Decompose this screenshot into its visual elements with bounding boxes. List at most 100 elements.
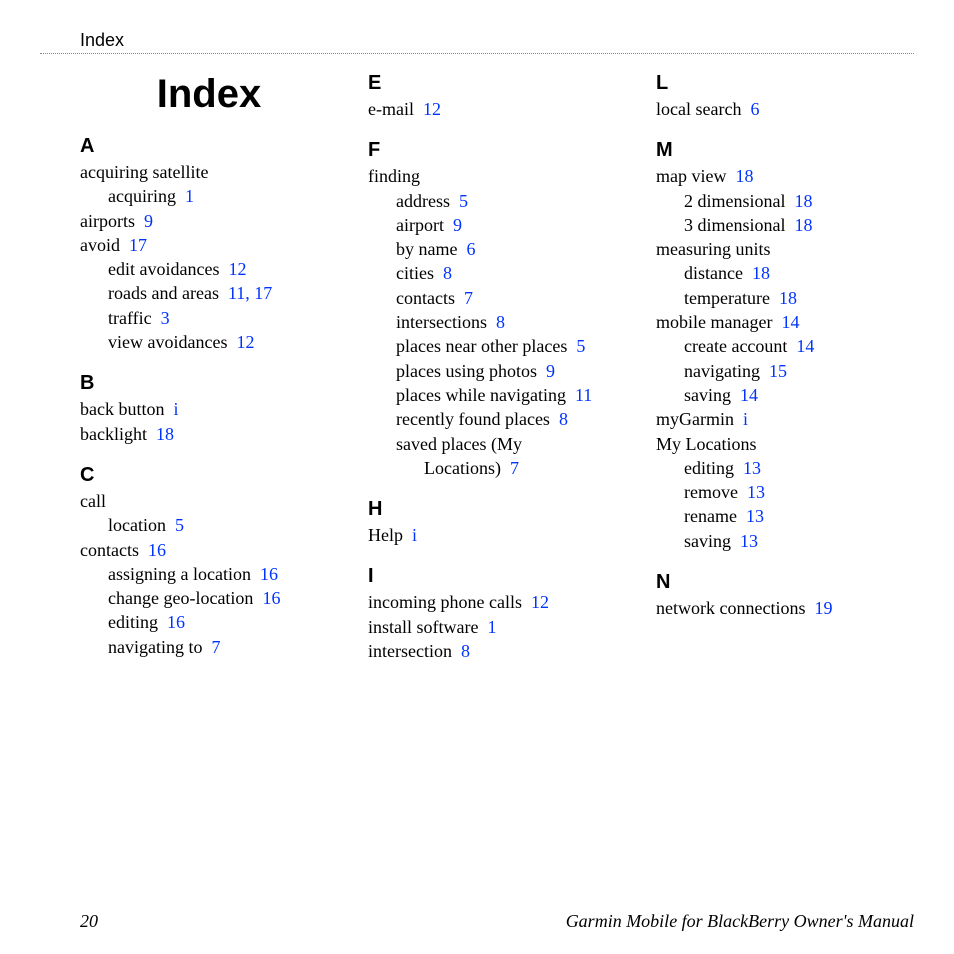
index-column: IndexAacquiring satelliteacquiring 1airp… <box>80 62 338 663</box>
entry-text: contacts <box>80 540 139 560</box>
index-entry: measuring units <box>656 237 914 261</box>
page-reference[interactable]: i <box>173 399 178 419</box>
index-entry: navigating 15 <box>656 359 914 383</box>
index-entry: finding <box>368 164 626 188</box>
page-reference[interactable]: 5 <box>175 515 184 535</box>
page-reference[interactable]: i <box>412 525 417 545</box>
page-reference[interactable]: 8 <box>461 641 470 661</box>
entry-text: local search <box>656 99 741 119</box>
page-reference[interactable]: 14 <box>781 312 799 332</box>
index-entry: rename 13 <box>656 504 914 528</box>
index-entry: saving 13 <box>656 529 914 553</box>
page-reference[interactable]: 12 <box>236 332 254 352</box>
index-column: Llocal search 6Mmap view 182 dimensional… <box>656 62 914 663</box>
page-reference[interactable]: 18 <box>779 288 797 308</box>
page-reference[interactable]: 14 <box>796 336 814 356</box>
section-letter: I <box>368 565 626 588</box>
page-reference[interactable]: 13 <box>743 458 761 478</box>
index-entry: e-mail 12 <box>368 97 626 121</box>
entry-text: mobile manager <box>656 312 772 332</box>
page-reference[interactable]: 16 <box>262 588 280 608</box>
page-reference[interactable]: 9 <box>144 211 153 231</box>
page-reference[interactable]: 7 <box>510 458 519 478</box>
index-entry: acquiring 1 <box>80 184 338 208</box>
entry-text: places near other places <box>396 336 567 356</box>
page-reference[interactable]: 17 <box>129 235 147 255</box>
page-reference[interactable]: 19 <box>814 598 832 618</box>
section-letter: M <box>656 139 914 162</box>
index-entry: address 5 <box>368 189 626 213</box>
entry-text: editing <box>684 458 734 478</box>
page-reference[interactable]: 9 <box>453 215 462 235</box>
page-reference[interactable]: 1 <box>487 617 496 637</box>
page-reference[interactable]: 7 <box>464 288 473 308</box>
page-reference[interactable]: 15 <box>769 361 787 381</box>
page-reference[interactable]: 6 <box>750 99 759 119</box>
page-reference[interactable]: 14 <box>740 385 758 405</box>
index-entry: traffic 3 <box>80 306 338 330</box>
entry-text: My Locations <box>656 434 757 454</box>
page-reference[interactable]: 8 <box>559 409 568 429</box>
page-reference[interactable]: 12 <box>228 259 246 279</box>
page-reference[interactable]: 18 <box>795 191 813 211</box>
page-reference[interactable]: 16 <box>148 540 166 560</box>
entry-text: backlight <box>80 424 147 444</box>
index-entry: incoming phone calls 12 <box>368 590 626 614</box>
index-entry: mobile manager 14 <box>656 310 914 334</box>
page-reference[interactable]: 8 <box>443 263 452 283</box>
index-title: Index <box>80 72 338 117</box>
index-entry: intersection 8 <box>368 639 626 663</box>
page-reference[interactable]: 11 <box>575 385 592 405</box>
entry-text: change geo-location <box>108 588 253 608</box>
entry-text: traffic <box>108 308 152 328</box>
index-entry: 2 dimensional 18 <box>656 189 914 213</box>
index-column: Ee-mail 12Ffindingaddress 5airport 9by n… <box>368 62 626 663</box>
page-reference[interactable]: 18 <box>752 263 770 283</box>
entry-text: saving <box>684 531 731 551</box>
page-reference[interactable]: 5 <box>459 191 468 211</box>
page-reference[interactable]: 5 <box>576 336 585 356</box>
page-reference[interactable]: 7 <box>211 637 220 657</box>
entry-text: places using photos <box>396 361 537 381</box>
page-reference[interactable]: 12 <box>423 99 441 119</box>
page-reference[interactable]: 13 <box>746 506 764 526</box>
page-reference[interactable]: 18 <box>795 215 813 235</box>
entry-text: acquiring <box>108 186 176 206</box>
entry-text: install software <box>368 617 478 637</box>
entry-text: airport <box>396 215 444 235</box>
page-reference[interactable]: 8 <box>496 312 505 332</box>
entry-text: Locations) <box>424 458 501 478</box>
page-reference[interactable]: 13 <box>747 482 765 502</box>
entry-text: back button <box>80 399 164 419</box>
page-reference[interactable]: i <box>743 409 748 429</box>
index-entry: cities 8 <box>368 261 626 285</box>
entry-text: myGarmin <box>656 409 734 429</box>
entry-text: finding <box>368 166 420 186</box>
running-header: Index <box>40 30 914 54</box>
page-reference[interactable]: 16 <box>260 564 278 584</box>
index-entry: local search 6 <box>656 97 914 121</box>
section-letter: C <box>80 464 338 487</box>
section-letter: F <box>368 139 626 162</box>
page-reference[interactable]: 9 <box>546 361 555 381</box>
page-reference[interactable]: 11, 17 <box>228 283 272 303</box>
page-reference[interactable]: 16 <box>167 612 185 632</box>
index-entry: create account 14 <box>656 334 914 358</box>
index-entry: install software 1 <box>368 615 626 639</box>
index-entry: map view 18 <box>656 164 914 188</box>
page-reference[interactable]: 13 <box>740 531 758 551</box>
entry-text: cities <box>396 263 434 283</box>
page-reference[interactable]: 1 <box>185 186 194 206</box>
page-number: 20 <box>80 911 98 932</box>
page-reference[interactable]: 18 <box>735 166 753 186</box>
index-entry: contacts 16 <box>80 538 338 562</box>
entry-text: roads and areas <box>108 283 219 303</box>
index-entry: airports 9 <box>80 209 338 233</box>
entry-text: call <box>80 491 106 511</box>
page-reference[interactable]: 3 <box>161 308 170 328</box>
page-reference[interactable]: 6 <box>466 239 475 259</box>
page-reference[interactable]: 18 <box>156 424 174 444</box>
page-reference[interactable]: 12 <box>531 592 549 612</box>
entry-text: assigning a location <box>108 564 251 584</box>
index-entry: Locations) 7 <box>368 456 626 480</box>
